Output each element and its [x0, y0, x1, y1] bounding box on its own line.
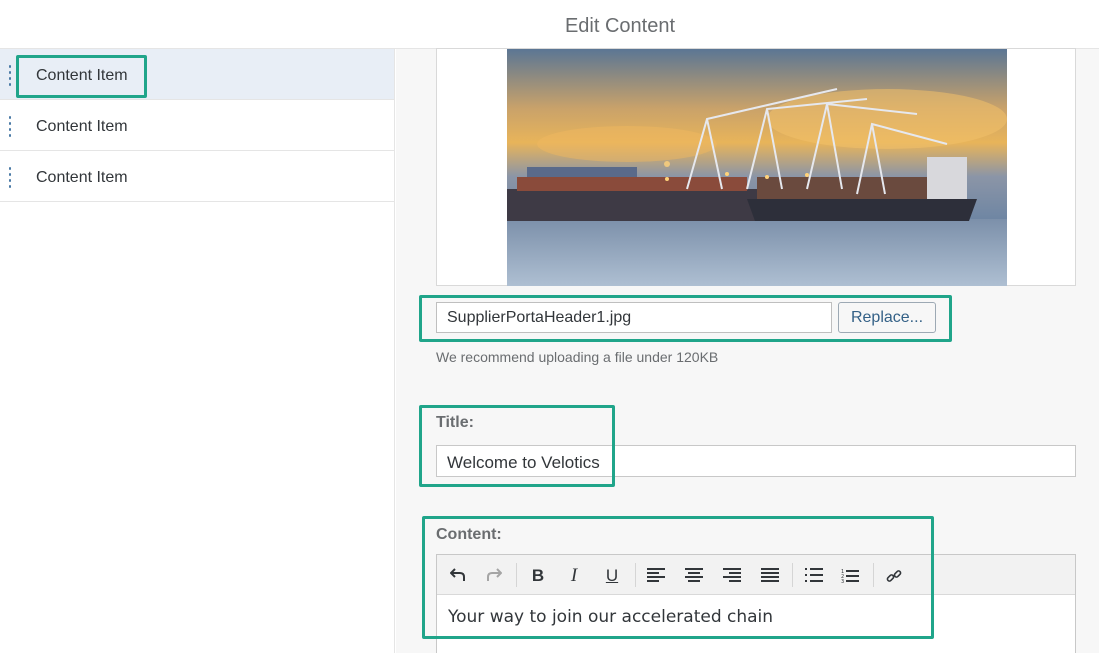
- bullet-list-icon[interactable]: [801, 563, 827, 589]
- svg-text:3: 3: [841, 579, 844, 584]
- file-name-field[interactable]: SupplierPortaHeader1.jpg: [436, 302, 832, 333]
- underline-icon[interactable]: U: [599, 563, 625, 589]
- align-left-icon[interactable]: [643, 563, 669, 589]
- editor-toolbar: B I U 123: [437, 555, 1075, 595]
- sidebar-item-content-1[interactable]: Content Item: [0, 49, 394, 100]
- sidebar-item-label: Content Item: [36, 118, 128, 135]
- content-label: Content:: [436, 526, 502, 543]
- sidebar: Content Item Content Item Content Item: [0, 49, 395, 653]
- image-preview: [436, 48, 1076, 286]
- content-editor-text[interactable]: Your way to join our accelerated chain: [448, 607, 773, 627]
- bold-icon[interactable]: B: [525, 563, 551, 589]
- align-justify-icon[interactable]: [757, 563, 783, 589]
- sidebar-item-label: Content Item: [36, 169, 128, 186]
- page-title: Edit Content: [564, 15, 676, 37]
- port-image: [507, 49, 1007, 286]
- link-icon[interactable]: [881, 563, 907, 589]
- redo-icon[interactable]: [481, 563, 507, 589]
- replace-button[interactable]: Replace...: [838, 302, 936, 333]
- drag-handle-icon[interactable]: [9, 167, 12, 188]
- title-input[interactable]: Welcome to Velotics: [436, 445, 1076, 477]
- sidebar-item-content-2[interactable]: Content Item: [0, 100, 394, 151]
- align-center-icon[interactable]: [681, 563, 707, 589]
- numbered-list-icon[interactable]: 123: [837, 563, 863, 589]
- sidebar-item-label: Content Item: [36, 67, 128, 84]
- drag-handle-icon[interactable]: [9, 116, 12, 137]
- italic-icon[interactable]: I: [561, 563, 587, 589]
- align-right-icon[interactable]: [719, 563, 745, 589]
- sidebar-item-content-3[interactable]: Content Item: [0, 151, 394, 202]
- file-size-hint: We recommend uploading a file under 120K…: [436, 349, 719, 365]
- rich-text-editor[interactable]: B I U 123 Your way to join our accelerat…: [436, 554, 1076, 653]
- drag-handle-icon[interactable]: [9, 65, 12, 86]
- edit-panel: SupplierPortaHeader1.jpg Replace... We r…: [396, 48, 1099, 653]
- undo-icon[interactable]: [445, 563, 471, 589]
- title-label: Title:: [436, 414, 474, 431]
- page-header: Edit Content: [0, 0, 1099, 49]
